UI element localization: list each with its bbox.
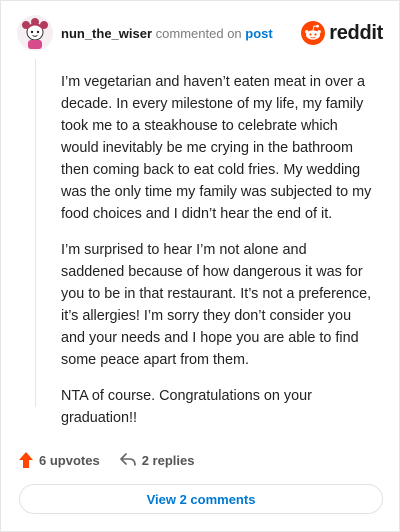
replies-count: 2 replies	[141, 452, 195, 468]
comment-actions: 6 upvotes 2 replies	[19, 449, 194, 471]
reddit-brand[interactable]: reddit	[301, 20, 383, 46]
view-comments-button[interactable]: View 2 comments	[19, 484, 383, 514]
comment-header: nun_the_wiser commented on post reddit	[17, 15, 383, 55]
post-link[interactable]: post	[245, 26, 272, 41]
comment-body: I’m vegetarian and haven’t eaten meat in…	[61, 71, 373, 443]
reply-arrow-icon	[119, 453, 136, 466]
user-avatar[interactable]	[17, 15, 53, 51]
reddit-logo-icon	[301, 21, 326, 45]
replies-button[interactable]: 2 replies	[119, 452, 195, 468]
comment-paragraph-3: NTA of course. Congratulations on your g…	[61, 388, 312, 426]
username-link[interactable]: nun_the_wiser	[61, 26, 152, 41]
comment-meta: nun_the_wiser commented on post	[61, 26, 273, 41]
comment-paragraph-2: I’m surprised to hear I’m not alone and …	[61, 242, 372, 368]
thread-line	[35, 59, 36, 407]
avatar-illustration-icon	[17, 15, 53, 51]
commented-on-text: commented on	[155, 26, 242, 41]
reddit-wordmark: reddit	[329, 21, 383, 44]
comment-card: nun_the_wiser commented on post reddit I…	[0, 0, 400, 532]
comment-paragraph-1: I’m vegetarian and haven’t eaten meat in…	[61, 74, 372, 222]
upvote-arrow-icon	[19, 452, 33, 468]
upvotes-count: 6 upvotes	[39, 452, 100, 468]
upvote-button[interactable]: 6 upvotes	[19, 452, 100, 468]
